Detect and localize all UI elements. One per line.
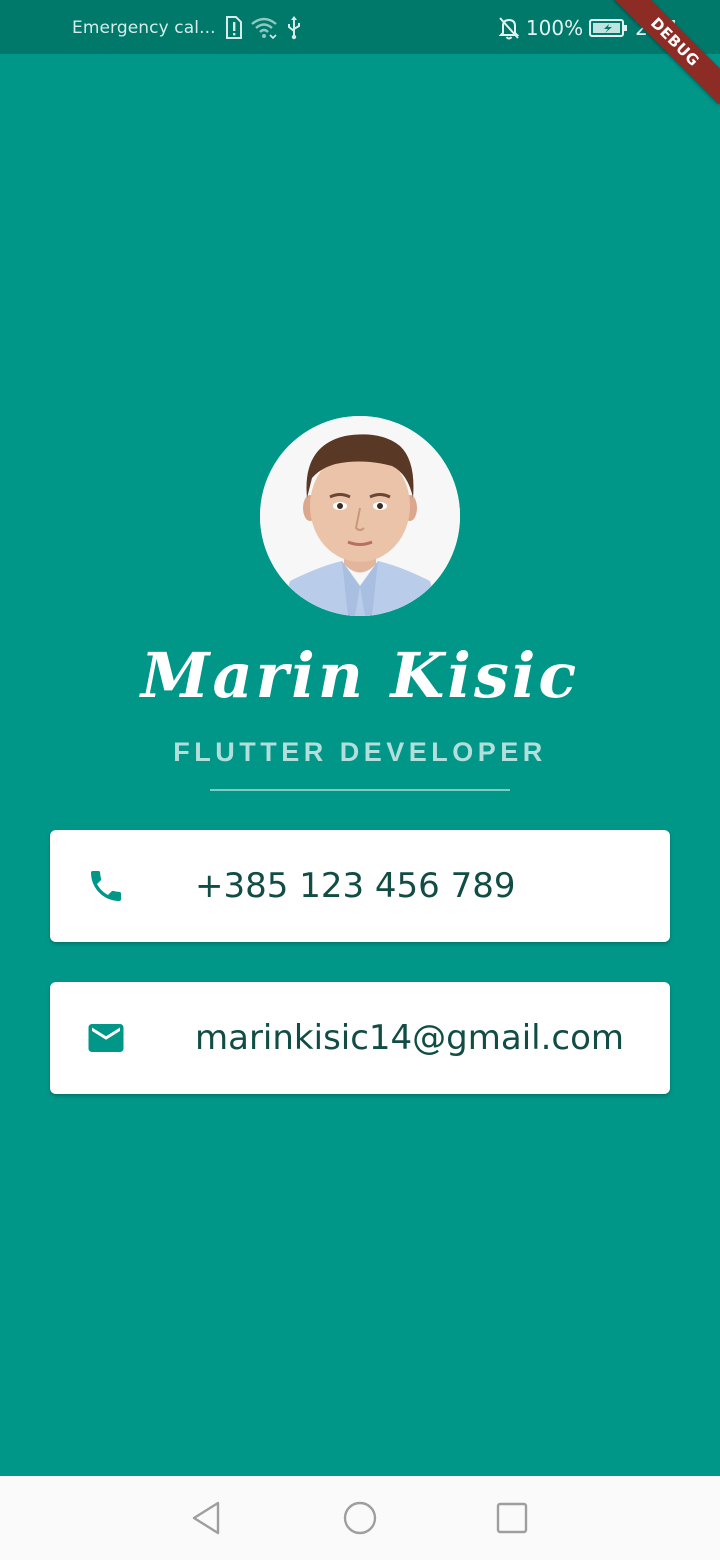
phone-icon <box>85 865 127 907</box>
wifi-icon <box>250 17 278 39</box>
notifications-off-icon <box>498 16 520 40</box>
navigation-bar <box>0 1476 720 1560</box>
sim-alert-icon <box>224 16 242 40</box>
back-icon[interactable] <box>188 1500 224 1536</box>
divider <box>210 789 510 791</box>
usb-icon <box>286 16 302 40</box>
profile-name: Marin Kisic <box>140 639 580 712</box>
profile-photo <box>260 416 460 616</box>
email-card[interactable]: marinkisic14@gmail.com <box>50 982 670 1094</box>
profile-title: FLUTTER DEVELOPER <box>173 737 547 767</box>
status-bar: Emergency cal... 100% <box>0 0 720 54</box>
battery-percent: 100% <box>525 16 584 40</box>
carrier-text: Emergency cal... <box>72 18 216 38</box>
email-icon <box>85 1017 127 1059</box>
phone-card[interactable]: +385 123 456 789 <box>50 830 670 942</box>
recents-icon[interactable] <box>494 1500 530 1536</box>
status-left: Emergency cal... <box>72 14 302 42</box>
email-address: marinkisic14@gmail.com <box>195 1018 625 1058</box>
phone-number: +385 123 456 789 <box>195 866 516 906</box>
battery-charging-icon <box>589 17 629 39</box>
avatar <box>260 416 460 616</box>
home-icon[interactable] <box>342 1500 378 1536</box>
